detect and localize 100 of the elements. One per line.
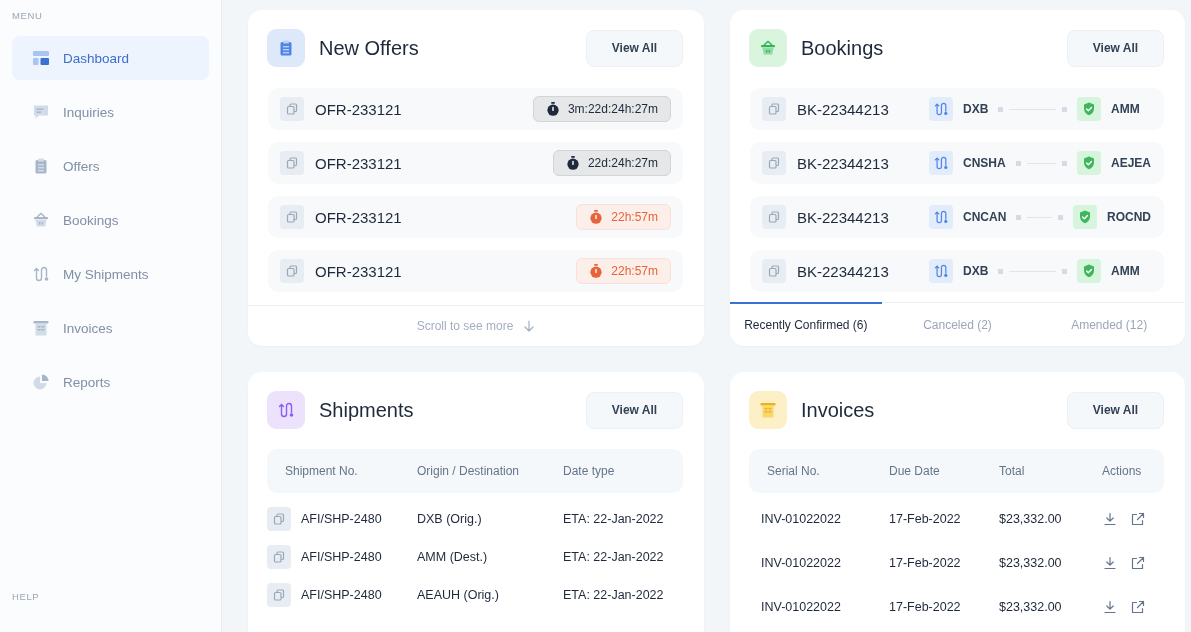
route-connector	[1016, 214, 1063, 220]
route-icon	[929, 151, 953, 175]
copy-icon[interactable]	[762, 205, 786, 229]
table-cell-text: ETA: 22-Jan-2022	[563, 588, 665, 602]
card-title: Bookings	[801, 36, 885, 60]
booking-row[interactable]: BK-22344213 CNSHA AEJEA	[750, 142, 1164, 184]
view-all-button[interactable]: View All	[586, 391, 683, 429]
pie-chart-icon	[33, 374, 49, 390]
route-icon	[929, 97, 953, 121]
countdown-text: 22h:57m	[611, 264, 658, 278]
table-cell-text: ETA: 22-Jan-2022	[563, 512, 665, 526]
column-header: Actions	[1102, 464, 1143, 478]
receipt-icon	[749, 391, 787, 429]
copy-icon[interactable]	[267, 583, 291, 607]
copy-icon[interactable]	[280, 259, 304, 283]
view-all-button[interactable]: View All	[1067, 391, 1164, 429]
copy-icon[interactable]	[762, 151, 786, 175]
countdown-text: 22d:24h:27m	[587, 156, 658, 170]
table-cell-text: DXB (Orig.)	[417, 512, 483, 526]
route-icon	[929, 205, 953, 229]
offer-row[interactable]: OFR-233121 22d:24h:27m	[268, 142, 683, 184]
offer-id: OFR-233121	[315, 208, 403, 226]
route-connector	[1015, 160, 1067, 166]
view-all-button[interactable]: View All	[1067, 29, 1164, 67]
view-all-button[interactable]: View All	[586, 29, 683, 67]
table-cell-text: AEAUH (Orig.)	[417, 588, 500, 602]
arrow-down-icon	[523, 320, 536, 332]
scroll-hint: Scroll to see more	[416, 319, 514, 333]
route-icon	[267, 391, 305, 429]
dashboard-icon	[33, 50, 49, 66]
copy-icon[interactable]	[762, 97, 786, 121]
tab[interactable]: Recently Confirmed (6)	[730, 302, 882, 346]
booking-row[interactable]: BK-22344213 DXB AMM	[750, 88, 1164, 130]
offer-id: OFR-233121	[315, 154, 403, 172]
offer-id: OFR-233121	[315, 262, 403, 280]
destination-code: ROCND	[1107, 210, 1151, 224]
booking-row[interactable]: BK-22344213 CNCAN ROCND	[750, 196, 1164, 238]
table-cell-text: 17-Feb-2022	[889, 512, 962, 526]
chat-icon	[33, 104, 49, 120]
external-link-icon[interactable]	[1131, 556, 1145, 570]
external-link-icon[interactable]	[1131, 512, 1145, 526]
column-header: Origin / Destination	[417, 464, 521, 478]
shield-check-icon	[1077, 151, 1101, 175]
table-cell: AFI/SHP-2480	[301, 550, 382, 564]
table-cell-text: $23,332.00	[999, 512, 1063, 526]
copy-icon[interactable]	[280, 97, 304, 121]
section-label: MENU	[12, 10, 43, 22]
booking-row[interactable]: BK-22344213 DXB AMM	[750, 250, 1164, 292]
column-header: Total	[999, 464, 1026, 478]
column-header: Serial No.	[766, 464, 821, 478]
copy-icon[interactable]	[267, 545, 291, 569]
table-cell-text: AMM (Dest.)	[417, 550, 489, 564]
table-cell-text: $23,332.00	[999, 556, 1063, 570]
table-cell-text: $23,332.00	[999, 600, 1063, 614]
offer-row[interactable]: OFR-233121 22h:57m	[268, 196, 683, 238]
table-cell: AFI/SHP-2480	[301, 512, 382, 526]
origin-code: CNCAN	[963, 210, 1007, 224]
card-title: New Offers	[319, 36, 420, 60]
origin-code: CNSHA	[963, 156, 1006, 170]
table-cell-text: INV-01022022	[760, 600, 842, 614]
booking-id: BK-22344213	[797, 100, 890, 118]
shield-check-icon	[1073, 205, 1097, 229]
external-link-icon[interactable]	[1131, 600, 1145, 614]
countdown-text: 22h:57m	[611, 210, 658, 224]
download-icon[interactable]	[1103, 512, 1117, 526]
column-header: Due Date	[889, 464, 941, 478]
offer-id: OFR-233121	[315, 100, 403, 118]
route-connector	[998, 268, 1067, 274]
offer-row[interactable]: OFR-233121 22h:57m	[268, 250, 683, 292]
basket-icon	[33, 212, 49, 228]
table-cell-text: 17-Feb-2022	[889, 556, 962, 570]
copy-icon[interactable]	[280, 151, 304, 175]
booking-id: BK-22344213	[797, 262, 890, 280]
clipboard-icon	[267, 29, 305, 67]
shield-check-icon	[1077, 97, 1101, 121]
column-header: Shipment No.	[284, 464, 359, 478]
copy-icon[interactable]	[267, 507, 291, 531]
countdown-text: 3m:22d:24h:27m	[567, 102, 658, 116]
table-cell-text: ETA: 22-Jan-2022	[563, 550, 665, 564]
sidebar-menu-item[interactable]: Dashboard	[12, 36, 209, 80]
download-icon[interactable]	[1103, 600, 1117, 614]
download-icon[interactable]	[1103, 556, 1117, 570]
destination-code: AMM	[1111, 102, 1141, 116]
copy-icon[interactable]	[762, 259, 786, 283]
origin-code: DXB	[963, 264, 989, 278]
clipboard-icon	[33, 158, 49, 174]
route-connector	[998, 106, 1067, 112]
booking-id: BK-22344213	[797, 208, 890, 226]
column-header: Date type	[563, 464, 616, 478]
destination-code: AMM	[1111, 264, 1141, 278]
route-icon	[929, 259, 953, 283]
offer-row[interactable]: OFR-233121 3m:22d:24h:27m	[268, 88, 683, 130]
table-cell-text: 17-Feb-2022	[889, 600, 962, 614]
route-icon	[33, 266, 49, 282]
destination-code: AEJEA	[1111, 156, 1151, 170]
booking-id: BK-22344213	[797, 154, 890, 172]
table-cell-text: INV-01022022	[760, 556, 842, 570]
copy-icon[interactable]	[280, 205, 304, 229]
table-cell: AFI/SHP-2480	[301, 588, 382, 602]
receipt-icon	[33, 320, 49, 336]
